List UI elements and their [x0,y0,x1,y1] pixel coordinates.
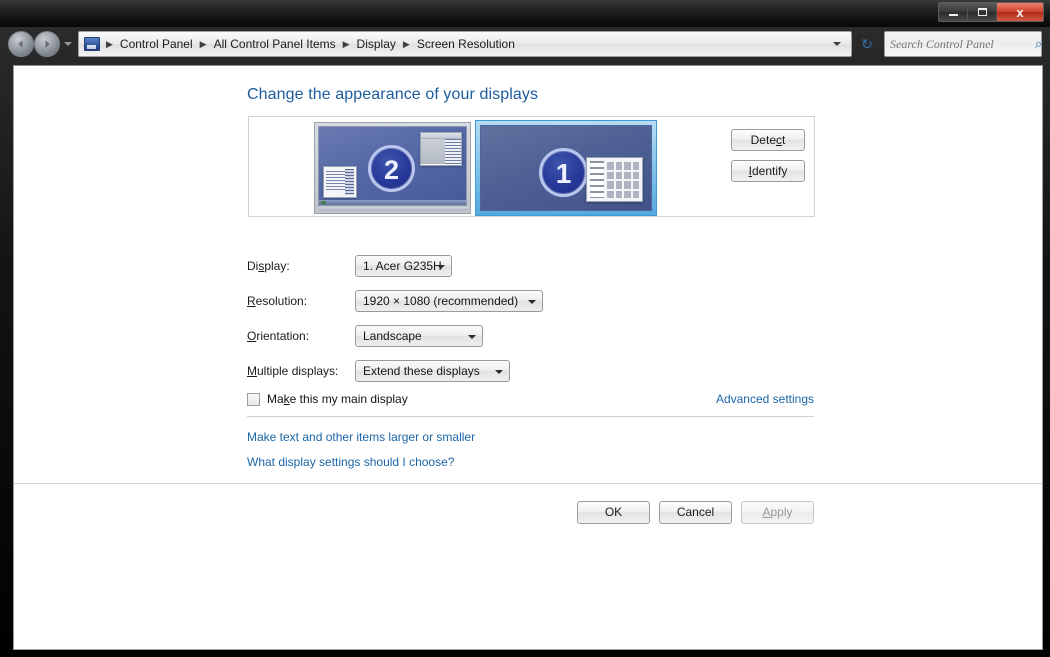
minimize-icon [948,14,958,16]
resolution-accel-char: R [247,294,256,308]
back-arrow-icon [18,40,23,48]
chevron-down-icon [468,335,476,339]
advanced-settings-link[interactable]: Advanced settings [716,392,814,406]
display-label-tail: play: [264,259,290,273]
display-select-value: 1. Acer G235H [363,259,442,273]
section-divider [247,416,814,417]
breadcrumb-all-control-panel-items[interactable]: All Control Panel Items [211,35,339,53]
make-text-larger-link[interactable]: Make text and other items larger or smal… [247,430,475,444]
multiple-displays-select[interactable]: Extend these displays [355,360,510,382]
window-thumbnail-icon [420,132,462,166]
display-preview-2[interactable]: 2 [314,122,471,214]
what-display-settings-link[interactable]: What display settings should I choose? [247,455,454,469]
search-input[interactable] [890,36,1035,52]
apply-button[interactable]: Apply [741,501,814,524]
multiple-label-tail: ultiple displays: [257,364,339,378]
content-area: Change the appearance of your displays 2 [13,65,1043,650]
detect-button[interactable]: Detect [731,129,805,151]
minimize-button[interactable] [939,3,968,21]
search-icon: ⌕ [1035,36,1043,51]
detect-label-tail: t [782,133,786,147]
identify-button[interactable]: Identify [731,160,805,182]
display-1-number: 1 [539,148,588,197]
search-box[interactable]: ⌕ [884,31,1042,57]
control-panel-icon [84,37,100,51]
row-display: Display: 1. Acer G235H [247,255,452,277]
breadcrumb-screen-resolution[interactable]: Screen Resolution [414,35,518,53]
main-display-row: Make this my main display Advanced setti… [247,392,814,410]
resolution-select-value: 1920 × 1080 (recommended) [363,294,519,308]
footer-bar: OK Cancel Apply [14,484,1042,534]
row-multiple-displays: Multiple displays: Extend these displays [247,360,510,382]
forward-button[interactable] [34,31,60,57]
display-2-number: 2 [368,145,415,192]
orientation-accel-char: O [247,329,257,343]
window-frame: x ▶ Control Panel ▶ All Control Panel It… [0,0,1050,657]
main-display-checkbox[interactable] [247,393,260,406]
display-preview-panel: 2 1 Detect Identify [248,116,815,217]
chevron-down-icon [495,370,503,374]
apply-accel-char: A [762,505,771,519]
breadcrumb-separator: ▶ [342,38,350,49]
multiple-displays-label: Multiple displays: [247,364,355,378]
close-icon: x [1016,4,1024,20]
orientation-select-value: Landscape [363,329,422,343]
refresh-button[interactable]: ↻ [856,32,878,56]
orientation-label-tail: rientation: [256,329,310,343]
cancel-button[interactable]: Cancel [659,501,732,524]
back-button[interactable] [8,31,34,57]
multiple-displays-select-value: Extend these displays [363,364,480,378]
chevron-down-icon [528,300,536,304]
breadcrumb-separator: ▶ [402,38,410,49]
window-controls: x [938,2,1044,22]
history-dropdown-icon[interactable] [64,42,72,46]
main-display-label-part: Ma [267,392,284,406]
row-resolution: Resolution: 1920 × 1080 (recommended) [247,290,543,312]
main-display-label[interactable]: Make this my main display [267,392,408,406]
breadcrumb-display[interactable]: Display [354,35,399,53]
display-2-screen: 2 [318,126,467,206]
apply-label-tail: pply [770,505,793,519]
preview-action-buttons: Detect Identify [731,129,805,182]
calculator-thumbnail-icon [586,157,643,202]
resolution-label-tail: esolution: [255,294,308,308]
breadcrumb-control-panel[interactable]: Control Panel [117,35,196,53]
forward-arrow-icon [45,40,50,48]
resolution-label: Resolution: [247,294,355,308]
navigation-bar: ▶ Control Panel ▶ All Control Panel Item… [0,27,1050,63]
orientation-label: Orientation: [247,329,355,343]
identify-label-tail: dentify [751,164,788,178]
orientation-select[interactable]: Landscape [355,325,483,347]
close-button[interactable]: x [997,3,1043,21]
display-label-part: Di [247,259,259,273]
address-dropdown-icon[interactable] [833,42,841,46]
breadcrumb-separator: ▶ [199,38,207,49]
display-label: Display: [247,259,355,273]
detect-label-part: Dete [750,133,776,147]
display-select[interactable]: 1. Acer G235H [355,255,452,277]
taskbar-thumbnail-icon [319,200,466,205]
maximize-button[interactable] [968,3,997,21]
display-1-screen: 1 [480,125,652,211]
title-bar: x [0,0,1050,27]
display-preview-1[interactable]: 1 [475,120,657,216]
ok-button[interactable]: OK [577,501,650,524]
document-thumbnail-icon [323,166,357,198]
refresh-icon: ↻ [861,35,873,52]
resolution-select[interactable]: 1920 × 1080 (recommended) [355,290,543,312]
breadcrumb-separator: ▶ [106,38,113,49]
nav-buttons [8,31,72,57]
multiple-accel-char: M [247,364,257,378]
page-title: Change the appearance of your displays [247,86,539,103]
chevron-down-icon [437,265,445,269]
maximize-icon [977,8,987,16]
address-bar[interactable]: ▶ Control Panel ▶ All Control Panel Item… [78,31,852,57]
main-display-label-tail: e this my main display [289,392,408,406]
row-orientation: Orientation: Landscape [247,325,483,347]
